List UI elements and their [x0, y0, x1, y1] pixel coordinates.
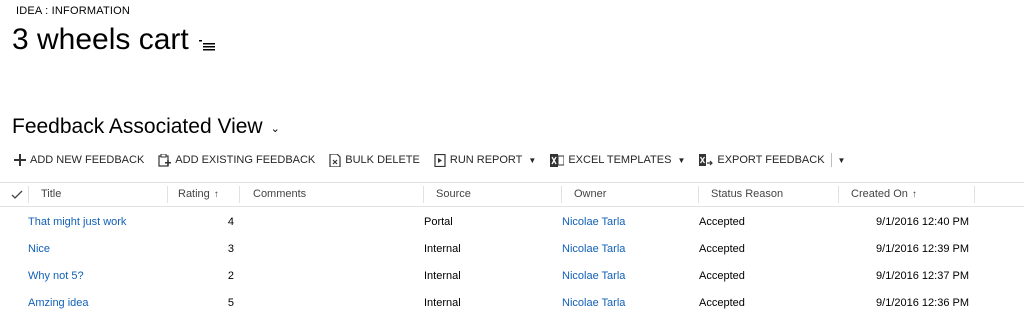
column-divider: [423, 186, 424, 203]
grid-header: Title Rating ↑ Comments Source Owner Stat…: [0, 182, 1024, 207]
column-header-comments[interactable]: Comments: [253, 183, 306, 206]
created-on-cell: 9/1/2016 12:40 PM: [876, 216, 969, 228]
view-title: Feedback Associated View: [12, 115, 263, 138]
add-existing-feedback-label: ADD EXISTING FEEDBACK: [175, 154, 316, 166]
bulk-delete-button[interactable]: BULK DELETE: [329, 153, 420, 167]
run-report-button[interactable]: RUN REPORT ▼: [434, 153, 537, 167]
column-header-rating[interactable]: Rating ↑: [178, 183, 219, 206]
excel-templates-button[interactable]: EXCEL TEMPLATES ▼: [550, 153, 686, 167]
export-excel-icon: [699, 153, 714, 166]
export-feedback-label: EXPORT FEEDBACK: [717, 154, 825, 166]
view-selector[interactable]: Feedback Associated View ⌄: [12, 115, 280, 139]
created-on-cell: 9/1/2016 12:37 PM: [876, 270, 969, 282]
rating-cell: 5: [227, 297, 234, 309]
report-icon: [434, 153, 446, 167]
source-cell: Internal: [424, 297, 461, 309]
column-divider: [28, 186, 29, 203]
owner-link[interactable]: Nicolae Tarla: [562, 263, 625, 290]
column-divider: [561, 186, 562, 203]
status-reason-cell: Accepted: [699, 243, 745, 255]
sort-ascending-icon: ↑: [911, 189, 917, 200]
column-header-owner[interactable]: Owner: [574, 183, 606, 206]
run-report-label: RUN REPORT: [449, 154, 523, 166]
more-commands-icon[interactable]: ▼: [838, 156, 846, 165]
source-cell: Internal: [424, 243, 461, 255]
rating-cell: 3: [227, 243, 234, 255]
entity-type-label: IDEA : INFORMATION: [16, 5, 131, 17]
add-new-feedback-button[interactable]: ADD NEW FEEDBACK: [14, 154, 144, 166]
title-link[interactable]: Nice: [28, 236, 50, 263]
created-on-cell: 9/1/2016 12:36 PM: [876, 297, 969, 309]
source-cell: Portal: [424, 216, 453, 228]
column-divider: [838, 186, 839, 203]
record-title: 3 wheels cart: [12, 22, 215, 58]
status-reason-cell: Accepted: [699, 297, 745, 309]
table-row[interactable]: Nice 3 Internal Nicolae Tarla Accepted 9…: [0, 236, 1024, 263]
column-divider: [698, 186, 699, 203]
bulk-delete-icon: [329, 153, 341, 167]
feedback-grid: Title Rating ↑ Comments Source Owner Stat…: [0, 182, 1024, 317]
command-bar: ADD NEW FEEDBACK ADD EXISTING FEEDBACK B…: [14, 149, 845, 171]
excel-templates-label: EXCEL TEMPLATES: [568, 154, 672, 166]
excel-icon: [550, 153, 565, 167]
created-on-cell: 9/1/2016 12:39 PM: [876, 243, 969, 255]
rating-cell: 2: [227, 270, 234, 282]
owner-link[interactable]: Nicolae Tarla: [562, 209, 625, 236]
column-divider: [239, 186, 240, 203]
table-row[interactable]: Why not 5? 2 Internal Nicolae Tarla Acce…: [0, 263, 1024, 290]
add-existing-feedback-button[interactable]: ADD EXISTING FEEDBACK: [158, 153, 316, 167]
title-link[interactable]: Why not 5?: [28, 263, 84, 290]
source-cell: Internal: [424, 270, 461, 282]
add-existing-icon: [158, 153, 172, 167]
toolbar-divider: [830, 153, 832, 167]
add-new-feedback-label: ADD NEW FEEDBACK: [30, 154, 145, 166]
rating-cell: 4: [227, 216, 234, 228]
owner-link[interactable]: Nicolae Tarla: [562, 290, 625, 317]
plus-icon: [14, 154, 26, 166]
column-header-title[interactable]: Title: [41, 183, 61, 206]
status-reason-cell: Accepted: [699, 270, 745, 282]
title-link[interactable]: Amzing idea: [28, 290, 89, 317]
record-title-text: 3 wheels cart: [12, 23, 189, 56]
column-divider: [167, 186, 168, 203]
table-row[interactable]: Amzing idea 5 Internal Nicolae Tarla Acc…: [0, 290, 1024, 317]
column-header-created-on-label: Created On: [851, 188, 908, 200]
chevron-down-icon: ⌄: [270, 122, 280, 135]
dropdown-arrow-icon: ▼: [677, 155, 686, 165]
column-header-rating-label: Rating: [178, 188, 210, 200]
title-link[interactable]: That might just work: [28, 209, 126, 236]
select-all-checkmark-icon[interactable]: [11, 189, 23, 201]
export-feedback-button[interactable]: EXPORT FEEDBACK: [699, 153, 825, 167]
column-divider: [974, 186, 975, 203]
column-header-created-on[interactable]: Created On ↑: [851, 183, 917, 206]
record-menu-icon[interactable]: [198, 37, 215, 51]
dropdown-arrow-icon: ▼: [528, 155, 537, 165]
column-header-status-reason[interactable]: Status Reason: [711, 183, 783, 206]
sort-ascending-icon: ↑: [213, 189, 219, 200]
bulk-delete-label: BULK DELETE: [345, 154, 420, 166]
column-header-source[interactable]: Source: [436, 183, 471, 206]
table-row[interactable]: That might just work 4 Portal Nicolae Ta…: [0, 209, 1024, 236]
owner-link[interactable]: Nicolae Tarla: [562, 236, 625, 263]
status-reason-cell: Accepted: [699, 216, 745, 228]
